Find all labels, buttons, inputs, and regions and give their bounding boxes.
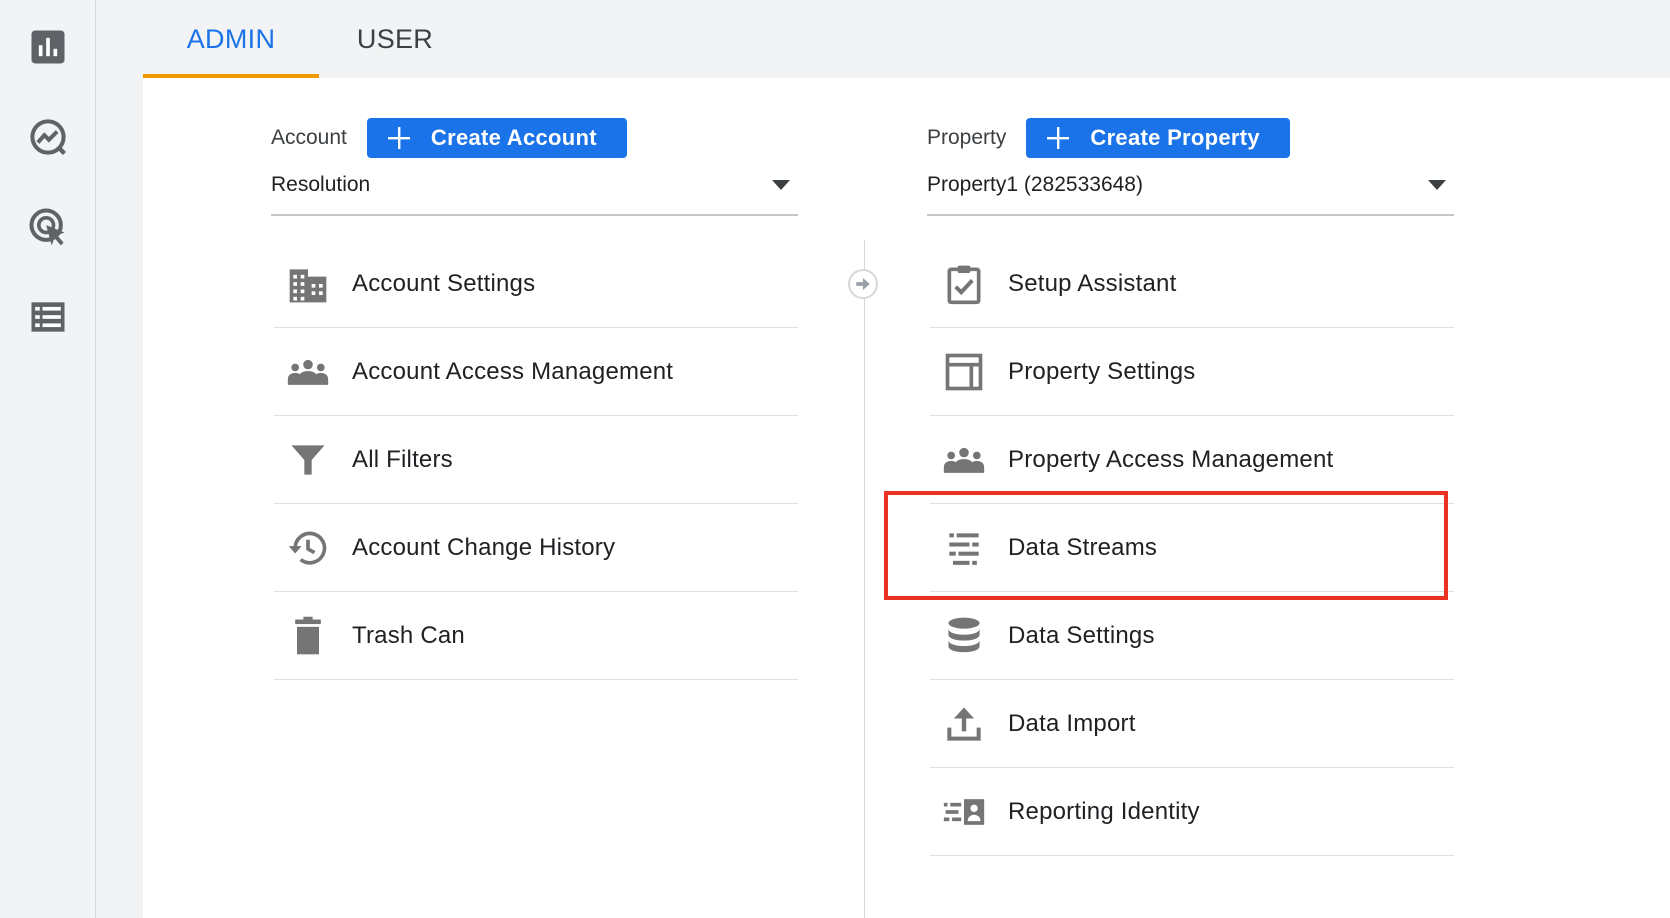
property-label: Property (927, 126, 1007, 149)
account-label: Account (271, 126, 347, 149)
menu-item-setup-assistant[interactable]: Setup Assistant (930, 240, 1454, 328)
account-menu: Account Settings Account Access Manageme… (274, 240, 798, 680)
property-select[interactable]: Property1 (282533648) (927, 170, 1454, 216)
property-menu: Setup Assistant Property Settings Proper… (930, 240, 1454, 856)
menu-item-label: All Filters (352, 445, 453, 473)
menu-item-label: Data Import (1008, 709, 1136, 737)
menu-item-account-settings[interactable]: Account Settings (274, 240, 798, 328)
menu-item-label: Trash Can (352, 621, 465, 649)
tab-admin[interactable]: ADMIN (143, 0, 319, 78)
menu-item-property-access-management[interactable]: Property Access Management (930, 416, 1454, 504)
menu-item-data-settings[interactable]: Data Settings (930, 592, 1454, 680)
property-header: Property Create Property (927, 118, 1290, 158)
list-configure-icon (31, 302, 65, 332)
dropdown-arrow-icon (772, 180, 790, 190)
upload-icon (940, 700, 988, 748)
menu-item-label: Account Change History (352, 533, 616, 561)
dropdown-arrow-icon (1428, 180, 1446, 190)
plus-icon (387, 127, 410, 149)
create-account-button[interactable]: Create Account (366, 118, 627, 158)
advertising-cursor-icon (29, 208, 65, 246)
menu-item-all-filters[interactable]: All Filters (274, 416, 798, 504)
explore-nav-button[interactable] (24, 113, 72, 161)
menu-item-label: Property Settings (1008, 357, 1196, 385)
reporting-identity-icon (940, 788, 988, 836)
menu-item-trash-can[interactable]: Trash Can (274, 592, 798, 680)
menu-item-account-access-management[interactable]: Account Access Management (274, 328, 798, 416)
menu-item-data-import[interactable]: Data Import (930, 680, 1454, 768)
explore-trend-icon (30, 119, 67, 156)
create-account-label: Create Account (430, 125, 597, 150)
people-icon (940, 436, 988, 484)
layout-icon (940, 348, 988, 396)
menu-item-data-streams[interactable]: Data Streams (930, 504, 1454, 592)
menu-item-property-settings[interactable]: Property Settings (930, 328, 1454, 416)
trash-icon (284, 612, 332, 660)
property-select-value: Property1 (282533648) (927, 173, 1143, 196)
account-select[interactable]: Resolution (271, 170, 798, 216)
reports-nav-button[interactable] (24, 23, 72, 71)
tab-user[interactable]: USER (319, 0, 471, 78)
bar-chart-icon (31, 30, 65, 64)
data-streams-icon (940, 524, 988, 572)
history-icon (284, 524, 332, 572)
plus-icon (1047, 127, 1070, 149)
menu-item-label: Property Access Management (1008, 445, 1334, 473)
configure-nav-button[interactable] (24, 293, 72, 341)
nav-rail (0, 0, 96, 918)
account-header: Account Create Account (271, 118, 627, 158)
menu-item-label: Reporting Identity (1008, 797, 1200, 825)
people-icon (284, 348, 332, 396)
checklist-icon (940, 260, 988, 308)
advertising-nav-button[interactable] (24, 203, 72, 251)
building-icon (284, 260, 332, 308)
arrow-right-icon (848, 269, 878, 299)
filter-icon (284, 436, 332, 484)
create-property-label: Create Property (1090, 125, 1260, 150)
account-select-value: Resolution (271, 173, 371, 196)
menu-item-account-change-history[interactable]: Account Change History (274, 504, 798, 592)
admin-panel: Account Create Account Resolution Accoun… (143, 78, 1670, 918)
database-icon (940, 612, 988, 660)
create-property-button[interactable]: Create Property (1026, 118, 1290, 158)
menu-item-label: Data Streams (1008, 533, 1158, 561)
menu-item-label: Account Settings (352, 269, 536, 297)
menu-item-label: Data Settings (1008, 621, 1155, 649)
menu-item-label: Setup Assistant (1008, 269, 1177, 297)
column-divider (864, 240, 865, 918)
menu-item-reporting-identity[interactable]: Reporting Identity (930, 768, 1454, 856)
menu-item-label: Account Access Management (352, 357, 674, 385)
